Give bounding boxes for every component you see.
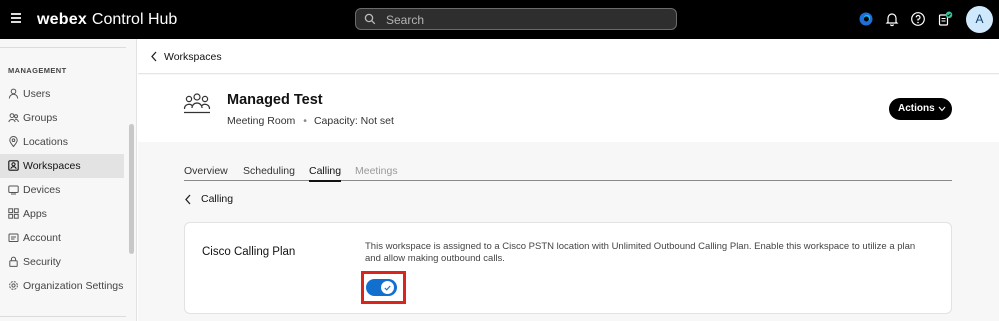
workspaces-icon: [8, 160, 19, 171]
sidebar-item-apps[interactable]: Apps: [0, 202, 124, 226]
highlight-box: [361, 271, 406, 304]
webex-status-icon[interactable]: [858, 11, 874, 27]
calling-plan-label: Cisco Calling Plan: [202, 246, 296, 258]
sidebar-item-security[interactable]: Security: [0, 250, 124, 274]
gear-icon: [9, 281, 18, 290]
workspace-header: Managed Test Meeting Room • Capacity: Not …: [138, 75, 999, 142]
top-bar: webex Control Hub Search A: [0, 0, 999, 39]
sidebar-item-label: Groups: [23, 112, 58, 124]
devices-icon: [8, 185, 19, 195]
calling-plan-card: Cisco Calling Plan This workspace is ass…: [184, 222, 952, 314]
search-icon: [364, 13, 376, 25]
sidebar-item-workspaces[interactable]: Workspaces: [0, 154, 124, 178]
sidebar-item-label: Account: [23, 232, 61, 244]
sidebar-item-locations[interactable]: Locations: [0, 130, 124, 154]
workspace-people-icon: [183, 93, 211, 114]
chevron-left-icon: [185, 194, 191, 205]
lock-icon: [9, 256, 18, 267]
sidebar-item-label: Apps: [23, 208, 47, 220]
breadcrumb-workspaces-link[interactable]: Workspaces: [164, 51, 222, 63]
brand-name: webex: [37, 11, 87, 28]
sidebar-item-label: Locations: [23, 136, 68, 148]
divider: [0, 316, 126, 317]
sidebar-item-label: Security: [23, 256, 61, 268]
search-placeholder: Search: [386, 13, 425, 27]
sidebar-item-groups[interactable]: Groups: [0, 106, 124, 130]
sidebar-item-users[interactable]: Users: [0, 82, 124, 106]
chevron-down-icon: [938, 106, 946, 112]
apps-icon: [8, 208, 19, 219]
sidebar-section-title: MANAGEMENT: [8, 66, 67, 75]
page-title: Managed Test: [227, 92, 323, 108]
actions-button-label: Actions: [898, 103, 935, 114]
tab-overview[interactable]: Overview: [184, 165, 228, 177]
sidebar-item-account[interactable]: Account: [0, 226, 124, 250]
separator-dot: •: [303, 115, 307, 127]
workspace-type: Meeting Room: [227, 115, 296, 127]
workspace-capacity: Capacity: Not set: [313, 115, 394, 127]
divider: [0, 47, 126, 48]
workspace-meta: Meeting Room • Capacity: Not set: [227, 115, 394, 127]
menu-icon[interactable]: [11, 13, 21, 25]
calling-plan-description: This workspace is assigned to a Cisco PS…: [365, 241, 916, 264]
chevron-left-icon[interactable]: [150, 51, 158, 62]
sidebar-item-organization-settings[interactable]: Organization Settings: [0, 274, 124, 298]
app-logo[interactable]: webex Control Hub: [37, 10, 177, 29]
sidebar-item-label: Users: [23, 88, 51, 100]
sidebar-item-label: Devices: [23, 184, 61, 196]
main-content: Workspaces Managed Test Meeting Room • Cap…: [138, 39, 999, 321]
sidebar: MANAGEMENT Users Groups Locations Worksp…: [0, 39, 137, 321]
search-input[interactable]: Search: [355, 8, 677, 30]
breadcrumb: Workspaces: [138, 39, 999, 74]
avatar[interactable]: A: [966, 6, 993, 33]
groups-icon: [8, 113, 19, 123]
help-icon[interactable]: [910, 11, 926, 27]
tasks-status-icon[interactable]: [937, 11, 953, 27]
sidebar-scrollbar[interactable]: [129, 124, 134, 254]
tab-meetings: Meetings: [355, 165, 398, 177]
tab-scheduling[interactable]: Scheduling: [243, 165, 295, 177]
tab-calling[interactable]: Calling: [309, 165, 342, 182]
brand-product: Control Hub: [91, 11, 178, 28]
notifications-bell-icon[interactable]: [884, 11, 900, 27]
calling-back-label: Calling: [201, 193, 234, 205]
actions-button[interactable]: Actions: [889, 98, 952, 120]
sidebar-item-label: Workspaces: [23, 160, 81, 172]
tab-bar: Overview Scheduling Calling Meetings: [184, 163, 952, 182]
account-icon: [8, 233, 19, 242]
location-pin-icon: [9, 136, 18, 147]
sidebar-item-devices[interactable]: Devices: [0, 178, 124, 202]
sidebar-item-label: Organization Settings: [23, 280, 124, 292]
user-icon: [8, 88, 19, 99]
